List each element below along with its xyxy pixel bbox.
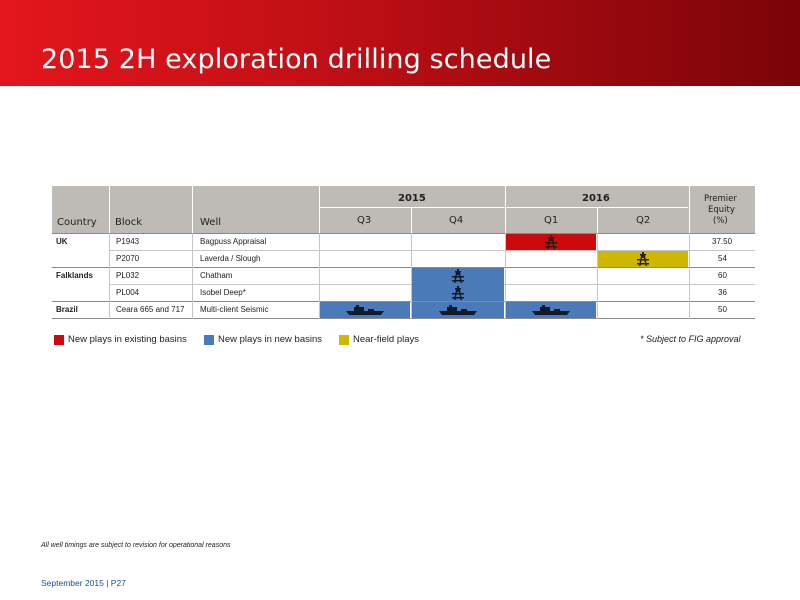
row-well: Bagpuss Appraisal: [200, 237, 267, 246]
row-well: Chatham: [200, 271, 233, 280]
header-q4: Q4: [449, 215, 464, 226]
seismic-ship-icon: [439, 305, 477, 315]
header-divider: [320, 207, 688, 208]
column-divider: [109, 233, 110, 319]
legend-label-blue: New plays in new basins: [218, 334, 323, 345]
row-country: Falklands: [56, 271, 93, 280]
row-block: Ceara 665 and 717: [116, 305, 185, 314]
row-country: UK: [56, 237, 68, 246]
header-divider: [319, 186, 320, 233]
seismic-ship-icon: [532, 305, 570, 315]
schedule-bar-uk-p1943-q1: [506, 234, 596, 250]
legend-item-red: New plays in existing basins: [54, 334, 187, 345]
row-equity: 54: [718, 254, 727, 263]
row-block: PL004: [116, 288, 140, 297]
drilling-rig-icon: [637, 252, 649, 266]
header-divider: [192, 186, 193, 233]
row-equity: 37.50: [712, 237, 733, 246]
schedule-table: Country Block Well 2015 2016 Q3 Q4 Q1 Q2…: [52, 186, 755, 319]
schedule-bar-brazil-q3: [320, 302, 410, 318]
header-divider: [411, 208, 412, 233]
page-title: 2015 2H exploration drilling schedule: [41, 44, 552, 75]
header-q2: Q2: [636, 215, 651, 226]
column-divider: [689, 233, 690, 319]
row-country: Brazil: [56, 305, 78, 314]
schedule-bar-brazil-q4: [412, 302, 504, 318]
column-divider: [597, 233, 598, 319]
row-block: PL032: [116, 271, 140, 280]
header-well: Well: [200, 217, 222, 228]
legend-swatch-blue: [204, 334, 214, 345]
header-year-2015: 2015: [398, 193, 426, 204]
legend-swatch-red: [54, 334, 64, 345]
timing-footnote: All well timings are subject to revision…: [41, 542, 231, 549]
row-block: P1943: [116, 237, 140, 246]
header-divider: [689, 186, 690, 233]
row-well: Laverda / Slough: [200, 254, 261, 263]
header-divider: [109, 186, 110, 233]
header-equity-2: Equity: [708, 205, 735, 215]
header-divider: [597, 208, 598, 233]
drilling-rig-icon: [452, 269, 464, 300]
schedule-bar-uk-p2070-q2: [598, 251, 688, 267]
header-block: Block: [115, 217, 143, 228]
fig-approval-note-text: * Subject to FIG approval: [640, 334, 741, 344]
legend-item-yellow: Near-field plays: [339, 334, 419, 345]
header-q1: Q1: [544, 215, 559, 226]
schedule-bar-falklands-q4: [412, 268, 504, 301]
row-divider: [52, 233, 755, 234]
row-block: P2070: [116, 254, 140, 263]
column-divider: [192, 233, 193, 319]
row-equity: 50: [718, 305, 727, 314]
header-equity-3: (%): [713, 216, 728, 226]
fig-approval-note: * Subject to FIG approval: [640, 334, 741, 344]
row-equity: 36: [718, 288, 727, 297]
schedule-bar-brazil-q1: [506, 302, 596, 318]
legend-label-red: New plays in existing basins: [68, 334, 187, 345]
row-divider: [52, 318, 755, 319]
header-equity-1: Premier: [704, 194, 737, 204]
row-well: Multi-client Seismic: [200, 305, 269, 314]
legend-swatch-yellow: [339, 334, 349, 345]
row-divider: [52, 267, 755, 268]
drilling-rig-icon: [545, 235, 557, 249]
header-country: Country: [57, 217, 97, 228]
header-q3: Q3: [357, 215, 372, 226]
row-equity: 60: [718, 271, 727, 280]
seismic-ship-icon: [346, 305, 384, 315]
legend-item-blue: New plays in new basins: [204, 334, 322, 345]
page-label: September 2015 | P27: [41, 578, 126, 588]
row-well: Isobel Deep*: [200, 288, 246, 297]
header-year-2016: 2016: [582, 193, 610, 204]
header-divider: [505, 186, 506, 233]
title-banner: 2015 2H exploration drilling schedule: [0, 0, 800, 86]
legend-label-yellow: Near-field plays: [353, 334, 419, 345]
